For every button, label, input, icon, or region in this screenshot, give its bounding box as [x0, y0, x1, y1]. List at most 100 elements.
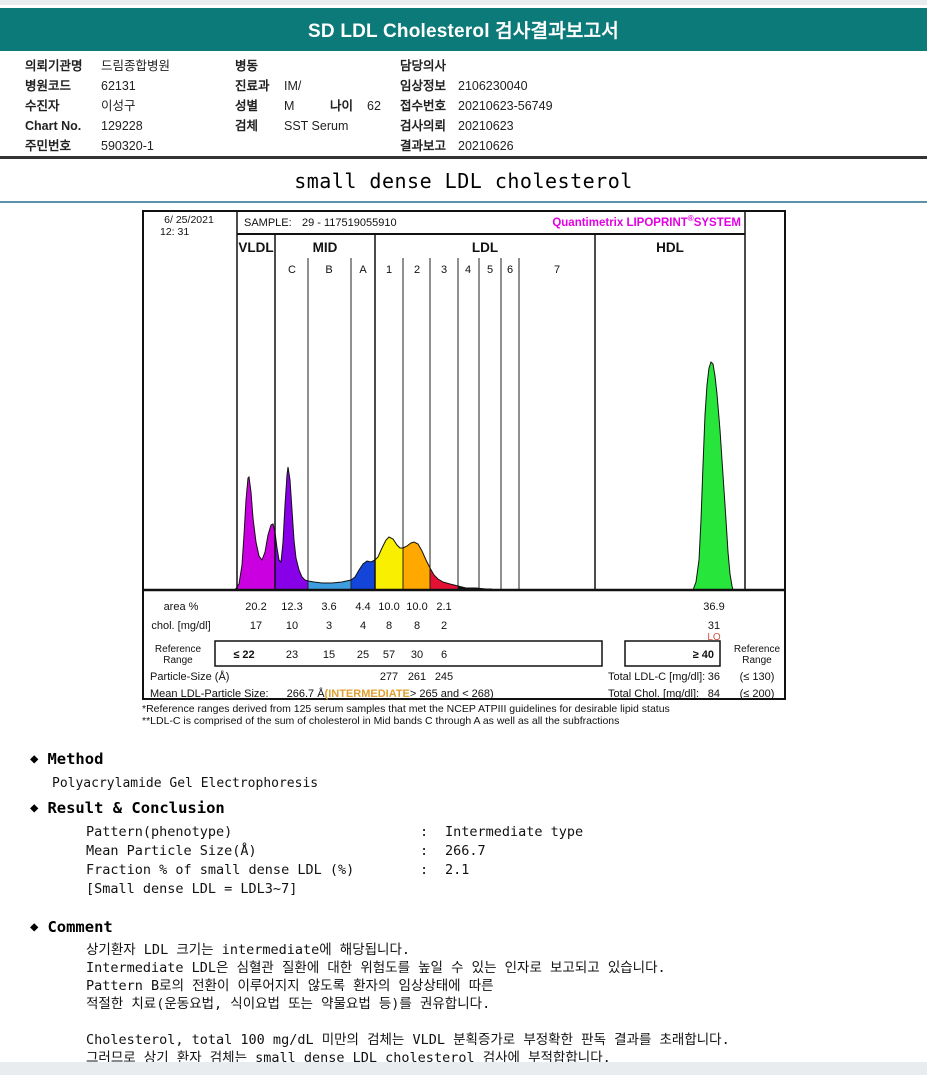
method-heading: ◆ Method — [30, 750, 103, 768]
ref-value: 57 — [383, 649, 395, 661]
field-label: 병원코드 — [25, 79, 72, 93]
diamond-bullet-icon: ◆ — [30, 800, 39, 816]
chol-value: 4 — [360, 620, 366, 632]
chol-row-label: chol. [mg/dl] — [151, 620, 210, 632]
result-row: Mean Particle Size(Å):266.7 — [86, 843, 486, 859]
comment-line — [86, 1013, 730, 1031]
field-label: 검사의뢰 — [400, 119, 447, 133]
field-value: IM/ — [284, 79, 302, 93]
particle-size-label: Particle-Size (Å) — [150, 670, 229, 683]
comment-line: Cholesterol, total 100 mg/dL 미만의 검체는 VLD… — [86, 1032, 730, 1048]
field-label: 의뢰기관명 — [25, 59, 83, 73]
chol-value: 31 — [708, 620, 720, 632]
field-value: M — [284, 99, 295, 113]
patient-row: 접수번호 20210623-56749 — [400, 96, 553, 116]
sub-band-label: 3 — [441, 264, 447, 276]
field-label: 결과보고 — [400, 139, 447, 153]
curve-segment-LDL-2 — [403, 542, 430, 590]
sub-band-label: C — [288, 264, 296, 276]
field-value: SST Serum — [284, 119, 349, 133]
patient-row: 주민번호 590320-1 — [25, 136, 170, 156]
area-value: 3.6 — [321, 601, 336, 613]
result-label: Mean Particle Size(Å) — [86, 843, 257, 859]
field-label: 수진자 — [25, 99, 60, 113]
field-value: 20210626 — [458, 139, 514, 153]
comment-heading: ◆ Comment — [30, 918, 113, 936]
band-group-label: LDL — [472, 240, 498, 255]
result-label: Pattern(phenotype) — [86, 824, 233, 840]
result-value: Intermediate type — [445, 824, 584, 840]
field-label: 병동 — [235, 59, 259, 73]
patient-row: 결과보고 20210626 — [400, 136, 553, 156]
result-separator: : — [420, 843, 429, 859]
lipoprint-chart: 6/ 25/2021 12: 31 SAMPLE: 29 - 117519055910… — [142, 210, 786, 700]
field-label: 성별 — [235, 99, 259, 113]
method-title: Method — [47, 750, 104, 768]
area-value: 4.4 — [355, 601, 370, 613]
footnote-line: **LDL-C is comprised of the sum of chole… — [142, 714, 620, 727]
diamond-bullet-icon: ◆ — [30, 919, 39, 935]
sub-band-label: A — [359, 264, 367, 276]
curve-segment-MID-C — [275, 467, 308, 590]
sub-band-label: 6 — [507, 264, 513, 276]
top-strip — [0, 0, 927, 5]
sub-band-label: B — [325, 264, 332, 276]
ref-value: ≥ 40 — [693, 649, 714, 661]
sub-band-label: 2 — [414, 264, 420, 276]
particle-size-value: 277 — [380, 671, 398, 683]
patient-info-middle: 병동 진료과 IM/ 성별 M 나이 62 검체 SST Serum — [235, 56, 381, 136]
band-group-label: MID — [313, 240, 338, 255]
patient-row: 검체 SST Serum — [235, 116, 381, 136]
field-label: 진료과 — [235, 79, 270, 93]
sub-band-label: 1 — [386, 264, 392, 276]
footnote-line: *Reference ranges derived from 125 serum… — [142, 703, 670, 715]
patient-info-right: 담당의사 임상정보 2106230040 접수번호 20210623-56749 검… — [400, 56, 553, 156]
section-divider — [0, 156, 927, 159]
sub-band-label: 5 — [487, 264, 493, 276]
particle-size-value: 261 — [408, 671, 426, 683]
field-value: 129228 — [101, 119, 143, 133]
run-time: 12: 31 — [160, 226, 189, 238]
patient-row: 담당의사 — [400, 56, 553, 76]
field-value: 20210623-56749 — [458, 99, 553, 113]
result-label: Fraction % of small dense LDL (%) — [86, 862, 355, 878]
patient-row: 수진자 이성구 — [25, 96, 170, 116]
curve-segment-LDL-1 — [375, 537, 403, 590]
comment-line: 상기환자 LDL 크기는 intermediate에 해당됩니다. — [86, 942, 411, 958]
mean-particle-size: Mean LDL-Particle Size: 266.7 Å(INTERMEDI… — [150, 687, 494, 700]
chol-value: 10 — [286, 620, 298, 632]
chol-value: 2 — [441, 620, 447, 632]
total-chol-label: Total Chol. [mg/dl]: — [608, 688, 699, 700]
chol-value: 8 — [414, 620, 420, 632]
chol-value: 3 — [326, 620, 332, 632]
patient-row: Chart No. 129228 — [25, 116, 170, 136]
lipoprint-svg: 6/ 25/202112: 31 SAMPLE: 29 - 117519055910… — [142, 210, 786, 700]
comment-title: Comment — [47, 918, 113, 936]
comment-body: 상기환자 LDL 크기는 intermediate에 해당됩니다. Interm… — [86, 941, 730, 1067]
chol-value: 8 — [386, 620, 392, 632]
patient-row: 임상정보 2106230040 — [400, 76, 553, 96]
patient-row: 검사의뢰 20210623 — [400, 116, 553, 136]
diamond-bullet-icon: ◆ — [30, 751, 39, 767]
chart-section-title: small dense LDL cholesterol — [294, 169, 633, 193]
comment-line: Intermediate LDL은 심혈관 질환에 대한 위험도를 높일 수 있… — [86, 960, 666, 976]
patient-row: 병동 — [235, 56, 381, 76]
area-row-label: area % — [164, 601, 199, 613]
area-value: 10.0 — [406, 601, 427, 613]
result-row: Pattern(phenotype): Intermediate type — [86, 824, 583, 840]
field-label: 나이 — [330, 99, 354, 113]
report-title: SD LDL Cholesterol 검사결과보고서 — [308, 21, 619, 42]
ref-value: 6 — [441, 649, 447, 661]
brand-text: Quantimetrix LIPOPRINT®SYSTEM — [552, 214, 741, 229]
field-value: 62131 — [101, 79, 136, 93]
run-date: 6/ 25/2021 — [164, 214, 214, 226]
sample-label: SAMPLE: — [244, 217, 292, 229]
field-label: 주민번호 — [25, 139, 72, 153]
result-separator: : — [420, 824, 429, 840]
band-group-label: VLDL — [238, 240, 273, 255]
field-value: 이성구 — [101, 99, 136, 113]
field-value: 590320-1 — [101, 139, 154, 153]
field-value: 20210623 — [458, 119, 514, 133]
total-chol-value: 84 — [708, 688, 720, 700]
title-bar: SD LDL Cholesterol 검사결과보고서 — [0, 8, 927, 51]
